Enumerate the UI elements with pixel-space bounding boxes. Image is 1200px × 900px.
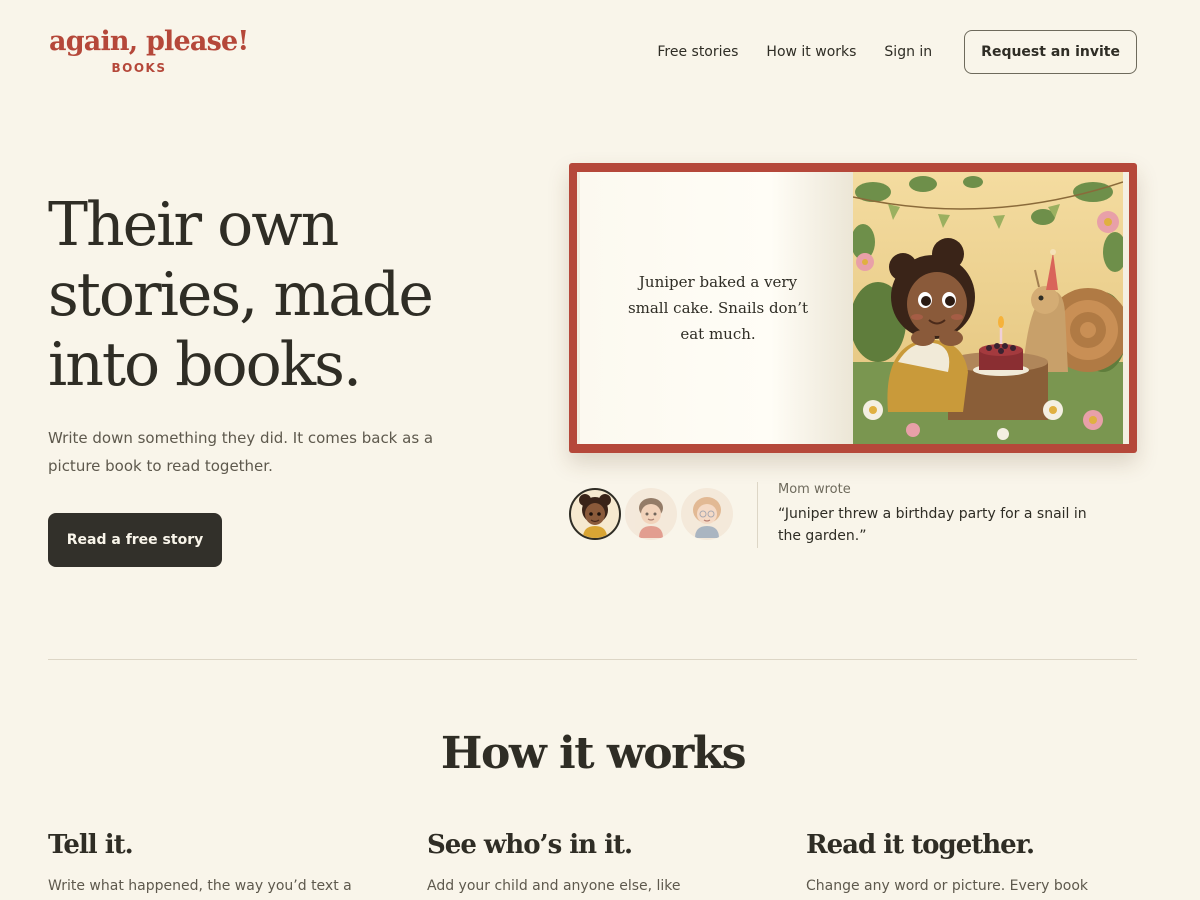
step-description: Write what happened, the way you’d text …	[48, 878, 352, 894]
book-preview: Juniper baked a very small cake. Snails …	[569, 163, 1137, 453]
girl-curly-hair-avatar[interactable]	[569, 488, 621, 540]
how-it-works-title: How it works	[440, 728, 747, 779]
hero-subtitle: Write down something they did. It comes …	[48, 429, 434, 475]
step-title: Tell it.	[48, 830, 134, 860]
step-read-it-together: Read it together. Change any word or pic…	[806, 829, 1146, 897]
logo-wordmark: again, please!	[49, 26, 249, 57]
character-avatars	[569, 488, 737, 540]
girl-curly-hair-avatar-icon	[579, 494, 611, 538]
step-description: Add your child and anyone else, like	[427, 878, 681, 894]
section-divider	[48, 659, 1137, 660]
request-invite-button[interactable]: Request an invite	[964, 30, 1137, 74]
quote-divider	[757, 482, 758, 548]
book-left-page: Juniper baked a very small cake. Snails …	[577, 172, 853, 444]
girl-glasses-avatar-icon	[693, 497, 721, 538]
nav-link-how-it-works[interactable]: How it works	[766, 44, 856, 60]
read-free-story-button[interactable]: Read a free story	[48, 513, 222, 567]
quote-label: Mom wrote	[778, 482, 851, 497]
boy-avatar[interactable]	[625, 488, 677, 540]
logo[interactable]: again, please! BOOKS	[49, 26, 249, 75]
book-page-text: Juniper baked a very small cake. Snails …	[627, 273, 809, 343]
hero-title: Their own stories, made into books.	[48, 190, 434, 400]
logo-subtitle: BOOKS	[111, 61, 167, 75]
step-see-whos-in-it: See who’s in it. Add your child and anyo…	[427, 829, 767, 897]
step-tell-it: Tell it. Write what happened, the way yo…	[48, 829, 388, 897]
step-title: Read it together.	[806, 830, 1035, 860]
book-illustration	[853, 172, 1129, 444]
top-nav: Free stories How it works Sign in Reques…	[657, 30, 1137, 74]
boy-avatar-icon	[639, 498, 663, 538]
quote-text: “Juniper threw a birthday party for a sn…	[778, 506, 1087, 544]
nav-link-sign-in[interactable]: Sign in	[884, 44, 932, 60]
step-title: See who’s in it.	[427, 830, 633, 860]
step-description: Change any word or picture. Every book	[806, 878, 1089, 894]
girl-with-snail-illustration	[853, 172, 1123, 444]
nav-link-free-stories[interactable]: Free stories	[657, 44, 738, 60]
girl-glasses-avatar[interactable]	[681, 488, 733, 540]
